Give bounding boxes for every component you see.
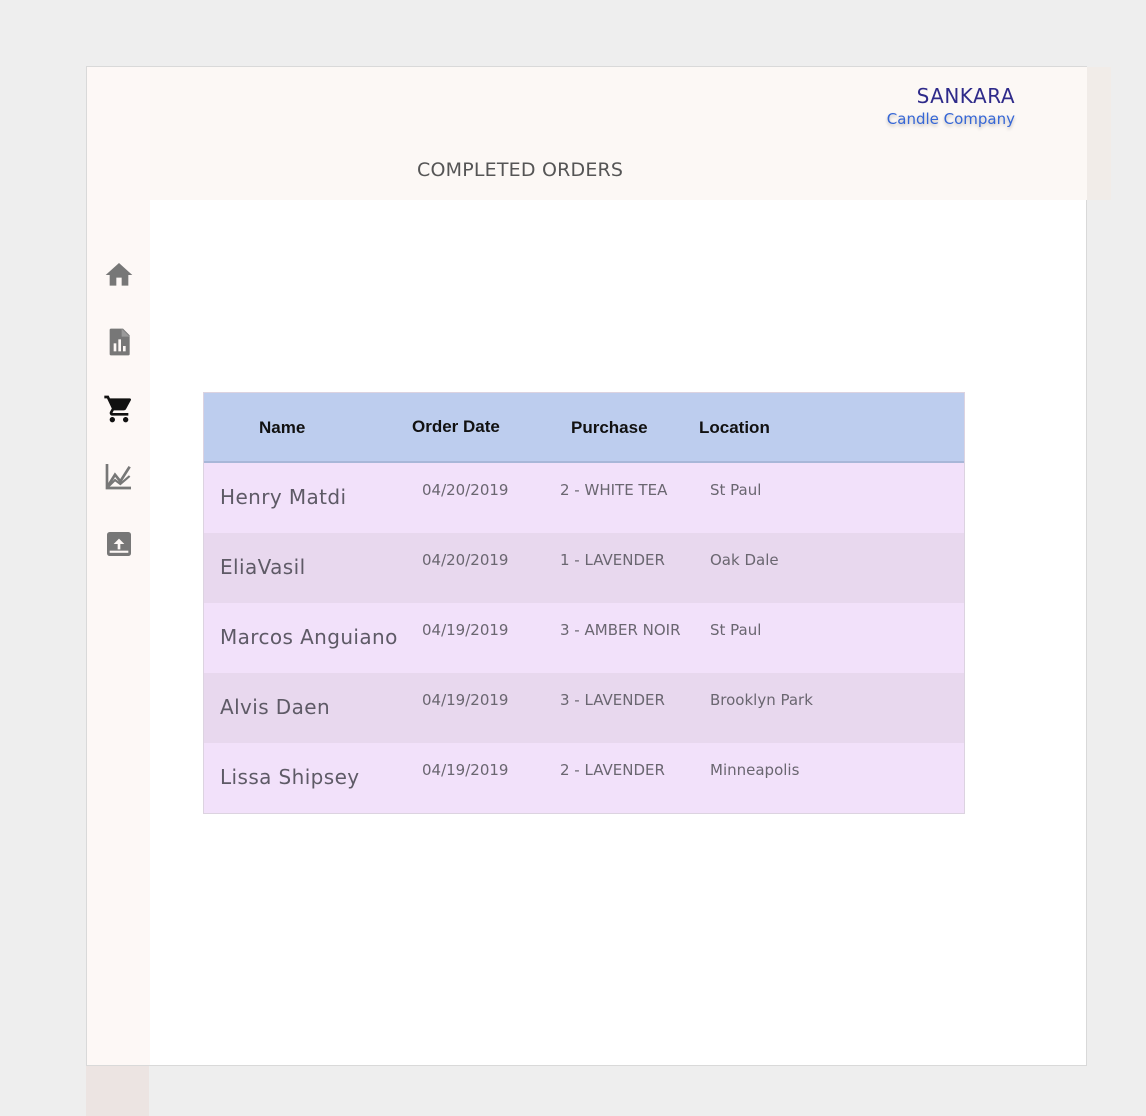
orders-table: Name Order Date Purchase Location Henry …	[203, 392, 965, 814]
sidebar-item-home[interactable]	[103, 259, 135, 291]
cell-order-date: 04/20/2019	[422, 551, 509, 569]
cell-order-date: 04/20/2019	[422, 481, 509, 499]
table-row[interactable]: Lissa Shipsey 04/19/2019 2 - LAVENDER Mi…	[204, 743, 964, 813]
column-header-name[interactable]: Name	[259, 418, 305, 438]
table-row[interactable]: Marcos Anguiano 04/19/2019 3 - AMBER NOI…	[204, 603, 964, 673]
table-header: Name Order Date Purchase Location	[204, 393, 964, 463]
app-window: SANKARA Candle Company COMPLETED ORDERS …	[86, 66, 1111, 1066]
upload-icon	[107, 532, 131, 556]
table-row[interactable]: EliaVasil 04/20/2019 1 - LAVENDER Oak Da…	[204, 533, 964, 603]
column-header-purchase[interactable]: Purchase	[571, 418, 648, 438]
column-header-order-date[interactable]: Order Date	[412, 417, 500, 437]
home-icon	[105, 263, 133, 286]
cell-order-date: 04/19/2019	[422, 621, 509, 639]
sidebar	[87, 67, 150, 1065]
cart-icon	[104, 395, 132, 423]
cell-purchase: 2 - LAVENDER	[560, 761, 665, 779]
table-row[interactable]: Henry Matdi 04/20/2019 2 - WHITE TEA St …	[204, 463, 964, 533]
chart-icon	[105, 464, 131, 490]
cell-location: Oak Dale	[710, 551, 779, 569]
cell-name: Henry Matdi	[220, 485, 347, 509]
sidebar-extension	[86, 1066, 149, 1116]
page-title: COMPLETED ORDERS	[417, 159, 624, 181]
sidebar-item-reports[interactable]	[103, 326, 135, 358]
cell-purchase: 3 - LAVENDER	[560, 691, 665, 709]
column-header-location[interactable]: Location	[699, 418, 770, 438]
cell-purchase: 3 - AMBER NOIR	[560, 621, 681, 639]
header: SANKARA Candle Company COMPLETED ORDERS	[150, 67, 1110, 200]
brand-subtitle: Candle Company	[886, 110, 1015, 128]
cell-name: Lissa Shipsey	[220, 765, 360, 789]
cell-location: St Paul	[710, 481, 762, 499]
brand-logo: SANKARA Candle Company	[887, 84, 1015, 130]
cell-order-date: 04/19/2019	[422, 691, 509, 709]
header-edge	[1087, 67, 1111, 200]
cell-name: Marcos Anguiano	[220, 625, 398, 649]
sidebar-item-analytics[interactable]	[103, 460, 135, 492]
cell-location: Minneapolis	[710, 761, 800, 779]
cell-purchase: 2 - WHITE TEA	[560, 481, 668, 499]
cell-order-date: 04/19/2019	[422, 761, 509, 779]
cell-name: Alvis Daen	[220, 695, 331, 719]
cell-location: St Paul	[710, 621, 762, 639]
report-icon	[109, 328, 130, 356]
cell-purchase: 1 - LAVENDER	[560, 551, 665, 569]
sidebar-item-orders[interactable]	[103, 393, 135, 425]
brand-name: SANKARA	[916, 84, 1015, 108]
cell-location: Brooklyn Park	[710, 691, 813, 709]
cell-name: EliaVasil	[220, 555, 306, 579]
sidebar-item-upload[interactable]	[103, 528, 135, 560]
table-row[interactable]: Alvis Daen 04/19/2019 3 - LAVENDER Brook…	[204, 673, 964, 743]
